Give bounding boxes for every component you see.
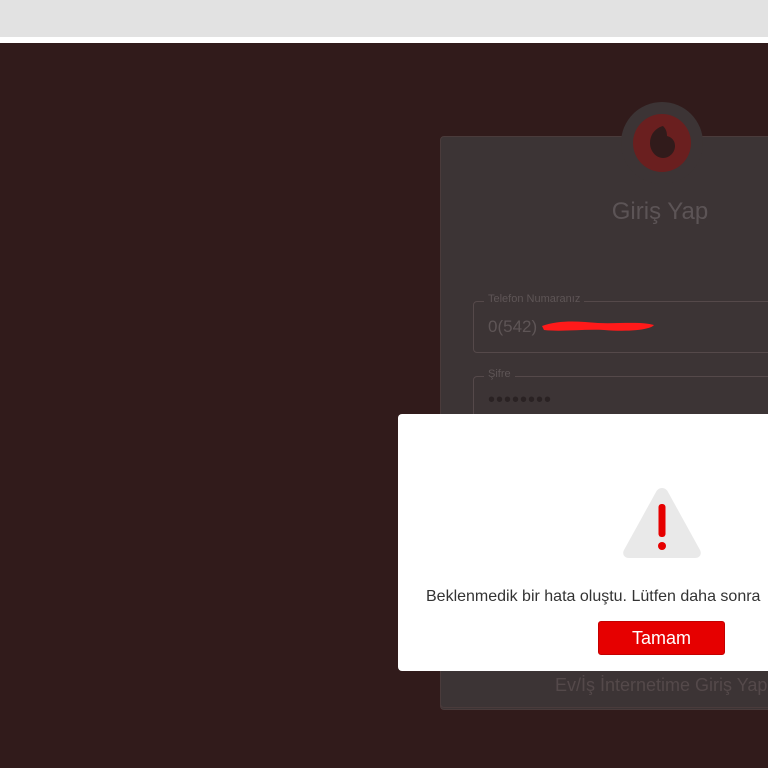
password-field-value: ••••••••	[488, 389, 553, 411]
vodafone-logo-icon	[633, 114, 691, 172]
browser-topbar	[0, 0, 768, 37]
phone-field-label: Telefon Numaranız	[484, 293, 585, 305]
password-field-label: Şifre	[484, 368, 515, 380]
login-title: Giriş Yap	[611, 198, 709, 225]
home-internet-login-label: Ev/İş İnternetime Giriş Yap	[555, 675, 768, 695]
error-message: Beklenmedik bir hata oluştu. Lütfen daha…	[426, 588, 761, 605]
ok-button[interactable]: Tamam	[598, 621, 725, 655]
phone-field-value: 0(542)	[488, 317, 538, 336]
warning-triangle-icon	[623, 488, 701, 558]
redaction-scribble	[542, 321, 654, 331]
error-dialog: Beklenmedik bir hata oluştu. Lütfen daha…	[398, 414, 768, 671]
